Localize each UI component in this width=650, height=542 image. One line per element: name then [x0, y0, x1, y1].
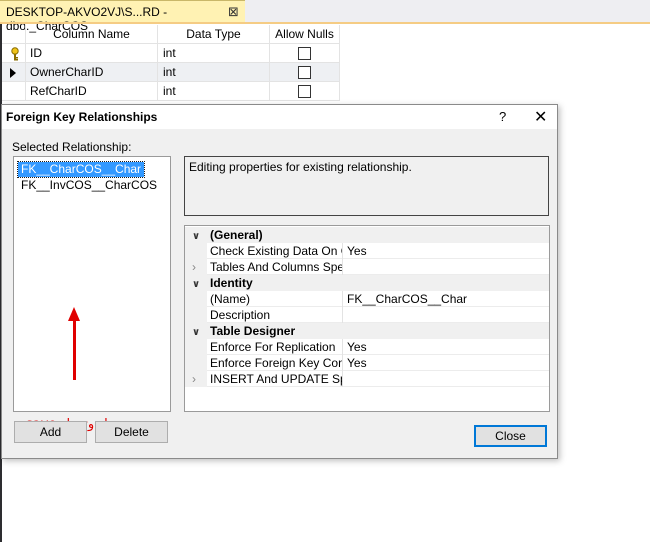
- column-name-cell[interactable]: RefCharID: [26, 82, 158, 101]
- foreign-key-dialog: Foreign Key Relationships ? ✕ Selected R…: [1, 104, 558, 459]
- column-name-header: Column Name: [26, 25, 158, 44]
- property-name: Enforce Foreign Key Constra: [210, 355, 343, 371]
- property-name: Check Existing Data On Cre: [210, 243, 343, 259]
- property-value[interactable]: FK__CharCOS__Char: [347, 291, 467, 307]
- property-grid[interactable]: ∨ (General) Check Existing Data On Cre Y…: [184, 225, 550, 412]
- table-row[interactable]: OwnerCharID int: [2, 63, 340, 82]
- dialog-titlebar[interactable]: Foreign Key Relationships ? ✕: [2, 105, 557, 129]
- red-arrow-icon: [68, 307, 80, 321]
- property-name: Description: [210, 307, 343, 323]
- property-gutter: [185, 371, 207, 387]
- red-arrow-shaft: [73, 320, 76, 380]
- document-tab[interactable]: DESKTOP-AKVO2VJ\S...RD - dbo._CharCOS ⊠: [0, 0, 245, 33]
- property-row[interactable]: Enforce For Replication Yes: [185, 339, 549, 355]
- property-row[interactable]: › INSERT And UPDATE Spec: [185, 371, 549, 387]
- column-name-cell[interactable]: OwnerCharID: [26, 63, 158, 82]
- category-table-designer[interactable]: ∨ Table Designer: [185, 323, 549, 339]
- dialog-title: Foreign Key Relationships: [6, 110, 158, 124]
- allow-nulls-checkbox[interactable]: [298, 66, 311, 79]
- property-value[interactable]: Yes: [347, 339, 367, 355]
- list-item[interactable]: FK__CharCOS__Char: [16, 161, 146, 178]
- allow-nulls-cell: [270, 63, 340, 82]
- delete-button[interactable]: Delete: [95, 421, 168, 443]
- data-type-header: Data Type: [158, 25, 270, 44]
- category-label: Identity: [210, 276, 253, 290]
- property-gutter: [185, 243, 207, 259]
- data-type-cell[interactable]: int: [158, 63, 270, 82]
- row-selector[interactable]: [2, 63, 26, 82]
- key-icon: [11, 47, 19, 61]
- grid-header-row: Column Name Data Type Allow Nulls: [2, 25, 340, 44]
- data-type-cell[interactable]: int: [158, 82, 270, 101]
- property-gutter: [185, 259, 207, 275]
- property-row[interactable]: Enforce Foreign Key Constra Yes: [185, 355, 549, 371]
- property-gutter: [185, 339, 207, 355]
- add-button[interactable]: Add: [14, 421, 87, 443]
- property-row[interactable]: Check Existing Data On Cre Yes: [185, 243, 549, 259]
- allow-nulls-checkbox[interactable]: [298, 47, 311, 60]
- allow-nulls-checkbox[interactable]: [298, 85, 311, 98]
- allow-nulls-cell: [270, 82, 340, 101]
- property-name: Tables And Columns Specifi: [210, 259, 343, 275]
- document-tabstrip: DESKTOP-AKVO2VJ\S...RD - dbo._CharCOS ⊠: [0, 0, 650, 33]
- property-gutter: [185, 307, 207, 323]
- table-row[interactable]: RefCharID int: [2, 82, 340, 101]
- column-name-cell[interactable]: ID: [26, 44, 158, 63]
- property-gutter: [185, 291, 207, 307]
- expand-icon[interactable]: ›: [192, 371, 196, 387]
- property-name: (Name): [210, 291, 343, 307]
- relationship-description-box: Editing properties for existing relation…: [184, 156, 549, 216]
- category-general[interactable]: ∨ (General): [185, 227, 549, 243]
- allow-nulls-cell: [270, 44, 340, 63]
- table-row[interactable]: ID int: [2, 44, 340, 63]
- property-gutter: [185, 355, 207, 371]
- row-selector[interactable]: [2, 82, 26, 101]
- list-item[interactable]: FK__InvCOS__CharCOS: [18, 178, 160, 193]
- property-row[interactable]: (Name) FK__CharCOS__Char: [185, 291, 549, 307]
- expand-icon[interactable]: ›: [192, 259, 196, 275]
- close-tab-icon[interactable]: ⊠: [228, 4, 239, 20]
- data-type-cell[interactable]: int: [158, 44, 270, 63]
- row-selector-header: [2, 25, 26, 44]
- row-arrow-icon: [10, 68, 16, 78]
- allow-nulls-header: Allow Nulls: [270, 25, 340, 44]
- help-icon[interactable]: ?: [499, 109, 506, 124]
- row-selector[interactable]: [2, 44, 26, 63]
- property-name: INSERT And UPDATE Spec: [210, 371, 343, 387]
- property-name: Enforce For Replication: [210, 339, 343, 355]
- property-row[interactable]: › Tables And Columns Specifi: [185, 259, 549, 275]
- category-identity[interactable]: ∨ Identity: [185, 275, 549, 291]
- property-value[interactable]: Yes: [347, 243, 367, 259]
- property-row[interactable]: Description: [185, 307, 549, 323]
- close-icon[interactable]: ✕: [534, 107, 547, 127]
- close-button[interactable]: Close: [474, 425, 547, 447]
- property-value[interactable]: Yes: [347, 355, 367, 371]
- tab-underline: [0, 22, 650, 24]
- category-label: Table Designer: [210, 324, 296, 338]
- category-label: (General): [210, 228, 263, 242]
- relationship-list[interactable]: FK__CharCOS__Char FK__InvCOS__CharCOS: [13, 156, 171, 412]
- selected-relationship-label: Selected Relationship:: [12, 140, 132, 154]
